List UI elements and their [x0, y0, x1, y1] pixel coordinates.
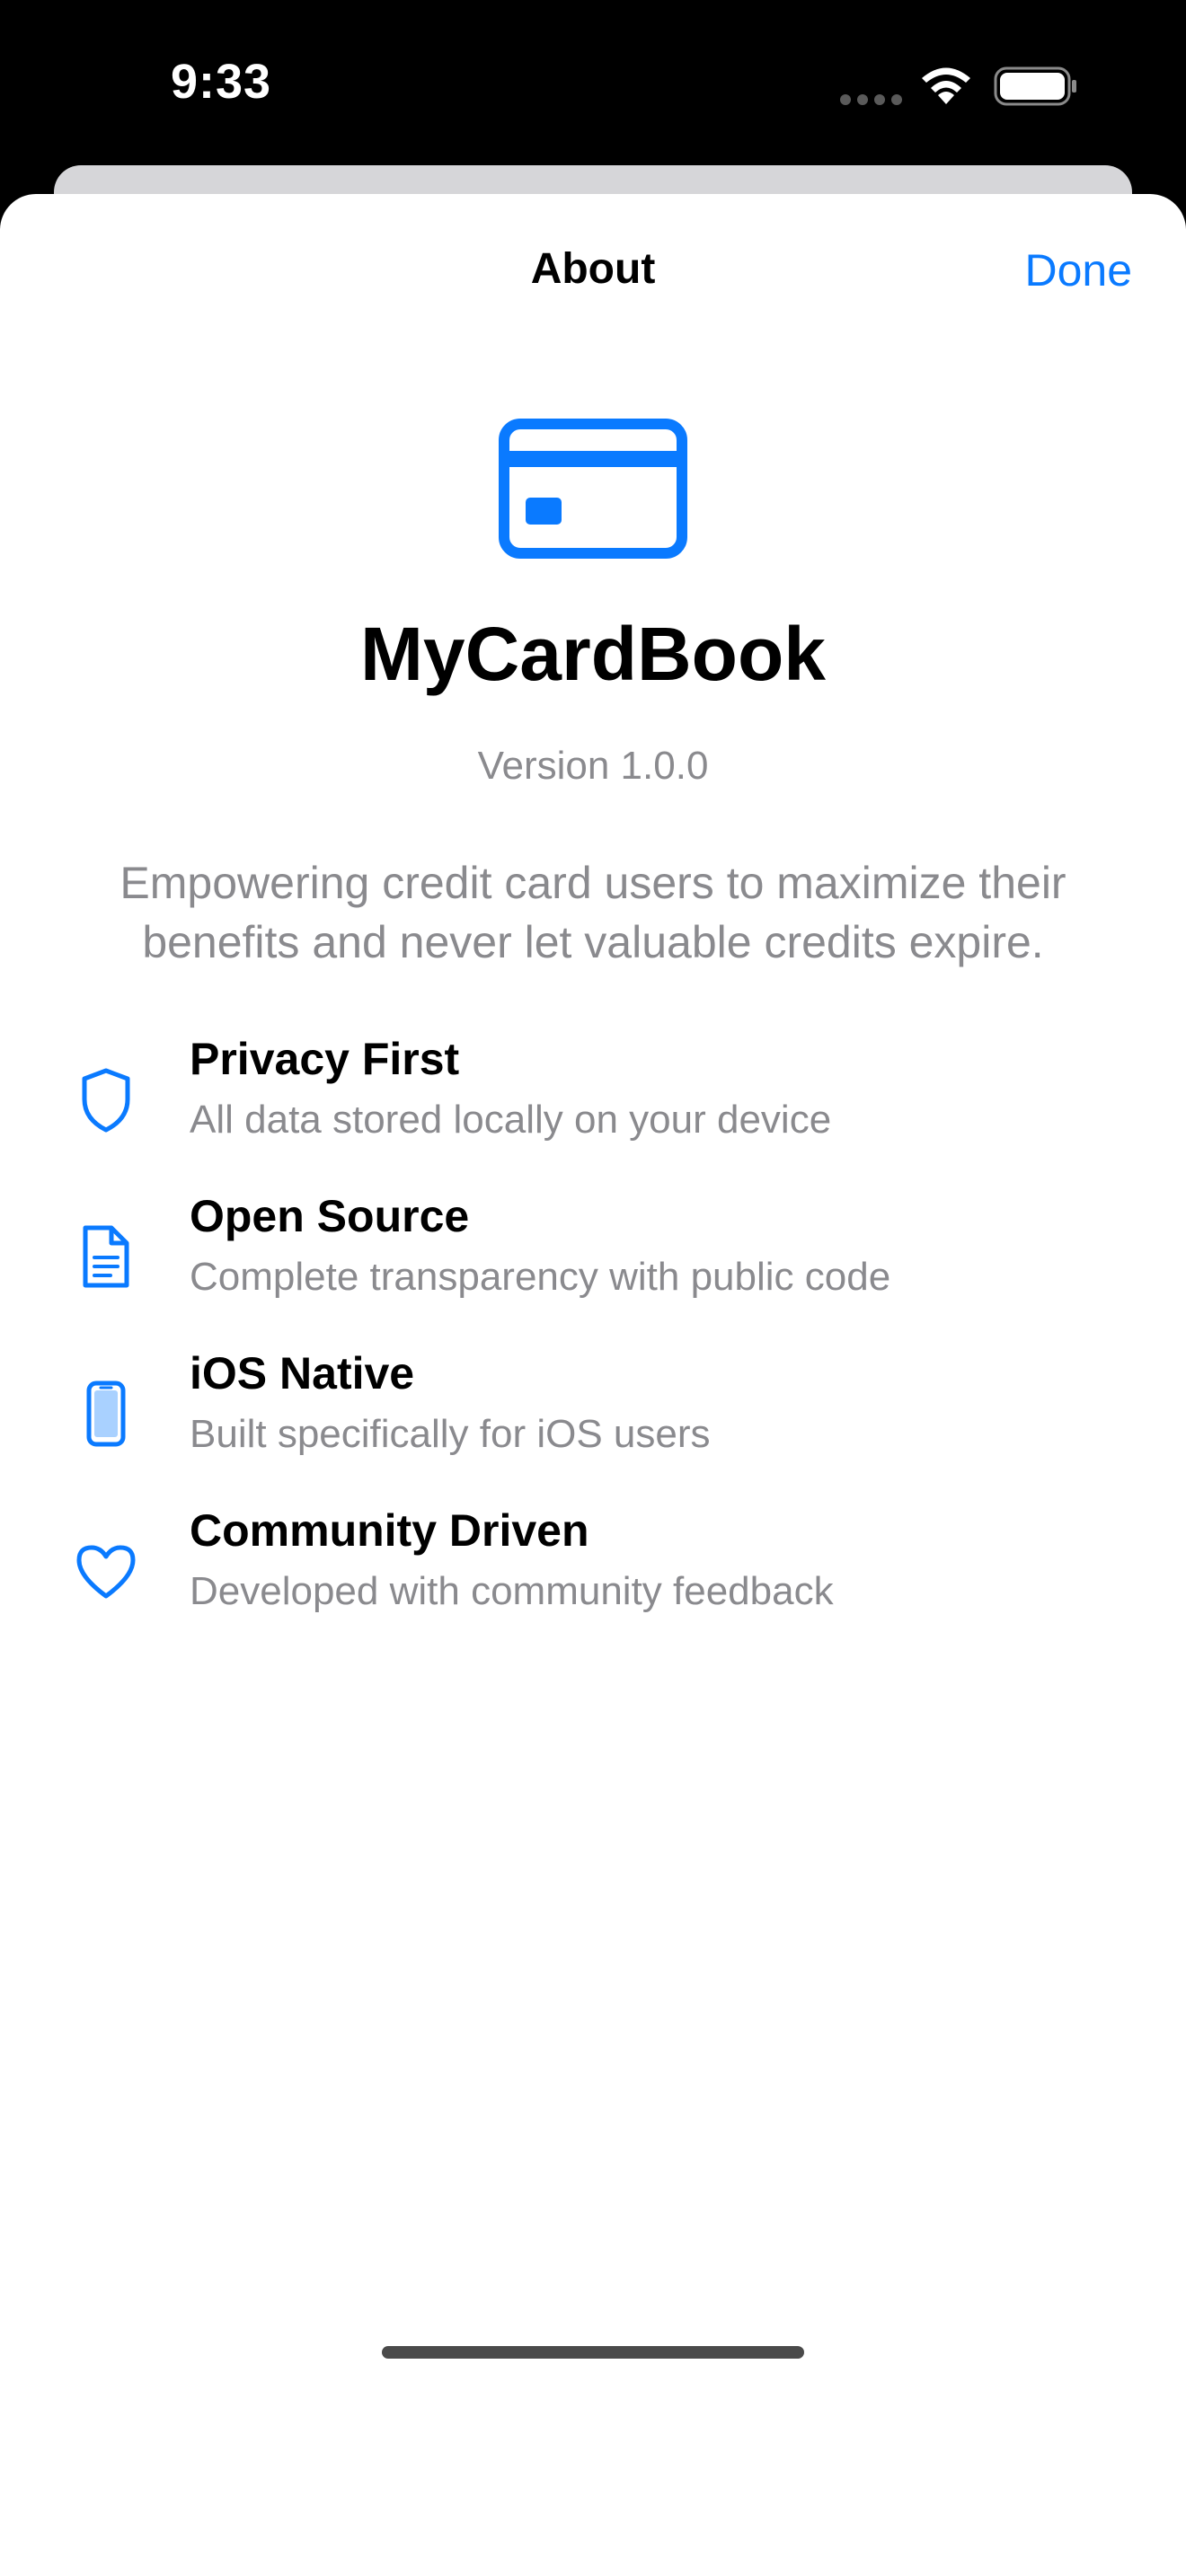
document-icon	[83, 1225, 129, 1288]
home-indicator[interactable]	[382, 2346, 804, 2359]
app-version: Version 1.0.0	[477, 744, 709, 788]
feature-title: Privacy First	[190, 1034, 460, 1084]
feature-subtitle: All data stored locally on your device	[190, 1098, 832, 1142]
feature-subtitle: Complete transparency with public code	[190, 1255, 891, 1299]
cellular-signal-icon	[840, 94, 902, 105]
iphone-icon	[86, 1381, 126, 1447]
credit-card-icon	[499, 419, 687, 559]
feature-subtitle: Built specifically for iOS users	[190, 1412, 711, 1456]
feature-title: Community Driven	[190, 1505, 589, 1556]
wifi-icon	[922, 67, 970, 104]
feature-title: Open Source	[190, 1191, 470, 1241]
feature-ios-native: iOS Native Built specifically for iOS us…	[0, 1347, 1186, 1491]
about-sheet: About Done MyCardBook Version 1.0.0 Empo…	[0, 194, 1186, 2576]
heart-icon	[76, 1545, 136, 1599]
battery-icon	[994, 66, 1076, 106]
feature-title: iOS Native	[190, 1348, 415, 1398]
feature-open-source: Open Source Complete transparency with p…	[0, 1190, 1186, 1334]
app-tagline: Empowering credit card users to maximize…	[119, 858, 1067, 967]
nav-title: About	[530, 245, 656, 293]
feature-subtitle: Developed with community feedback	[190, 1569, 834, 1613]
feature-community: Community Driven Developed with communit…	[0, 1504, 1186, 1648]
status-time: 9:33	[171, 55, 272, 109]
status-bar: 9:33	[0, 0, 1186, 171]
feature-privacy: Privacy First All data stored locally on…	[0, 1033, 1186, 1177]
done-button[interactable]: Done	[1024, 244, 1132, 296]
app-name: MyCardBook	[359, 612, 827, 696]
shield-icon	[82, 1068, 130, 1133]
